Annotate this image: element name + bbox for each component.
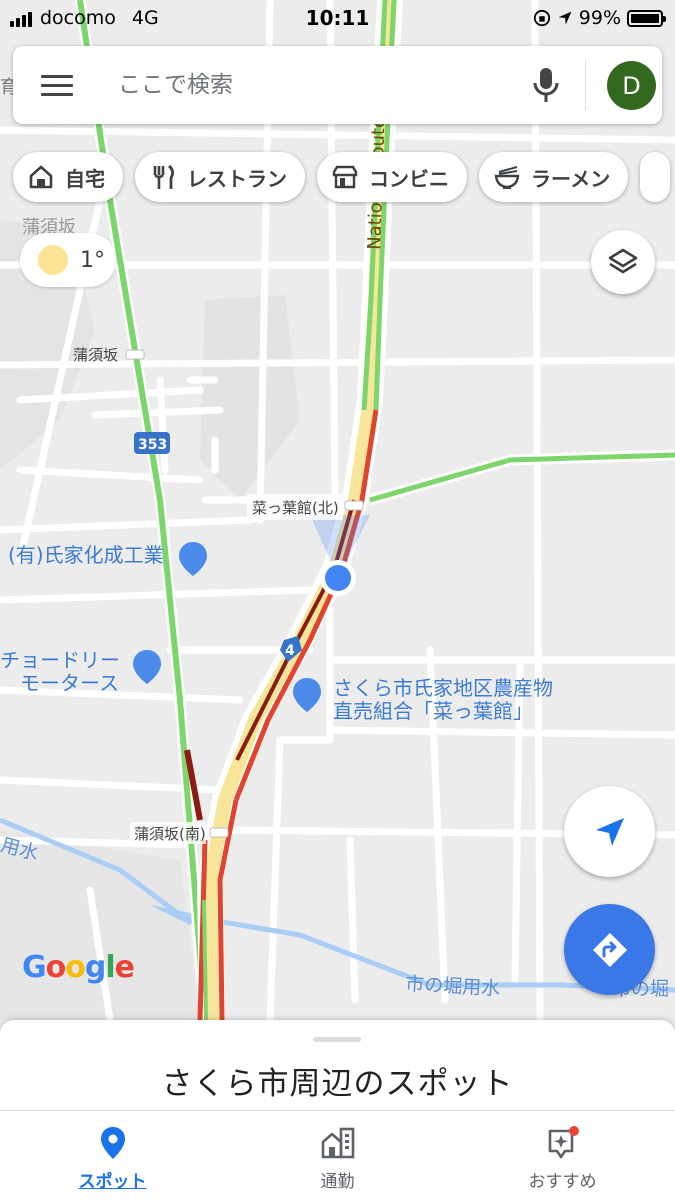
location-arrow-icon — [558, 11, 572, 25]
chip-restaurant-label: レストラン — [187, 166, 287, 191]
avatar-letter: D — [622, 71, 641, 100]
logo-letter-o2: o — [65, 950, 86, 985]
logo-letter-o1: o — [45, 950, 67, 985]
map-label-kamosuzaka: 蒲須坂 — [73, 346, 118, 364]
weather-badge[interactable]: 1° — [20, 233, 116, 287]
bottom-navigation: スポット 通勤 おすすめ — [0, 1110, 675, 1200]
chip-convenience[interactable]: コンビニ — [317, 152, 467, 202]
status-bar: docomo 4G 10:11 99% — [0, 0, 675, 36]
search-divider — [585, 60, 586, 110]
sheet-drag-handle[interactable] — [313, 1037, 361, 1042]
nav-tab-recommend[interactable]: おすすめ — [450, 1111, 675, 1200]
map-label-kamosuzaka-south: 蒲須坂(南) — [134, 825, 206, 843]
map-label-market-1: さくら市氏家地区農産物 — [333, 676, 553, 700]
map-label-ujike-kasei: (有)氏家化成工業 — [8, 543, 164, 567]
directions-icon — [592, 932, 627, 967]
logo-letter-l: l — [105, 950, 115, 985]
route-353-label: 353 — [138, 437, 167, 453]
search-bar[interactable]: D — [13, 46, 662, 124]
category-chips: 自宅 レストラン コンビニ ラーメン — [13, 152, 671, 202]
rotation-lock-icon — [533, 9, 550, 27]
restaurant-icon — [153, 164, 174, 189]
logo-letter-e: e — [114, 950, 135, 985]
chip-restaurant[interactable]: レストラン — [135, 152, 305, 202]
google-logo: Google — [22, 950, 135, 985]
chip-home[interactable]: 自宅 — [13, 152, 123, 202]
my-location-button[interactable] — [564, 786, 655, 877]
recommend-icon — [548, 1126, 579, 1159]
directions-button[interactable] — [564, 904, 655, 995]
search-input[interactable] — [118, 64, 508, 106]
explore-sheet[interactable]: さくら市周辺のスポット — [0, 1020, 675, 1115]
chip-ramen-label: ラーメン — [531, 166, 611, 191]
chip-home-label: 自宅 — [65, 166, 105, 191]
sun-icon — [38, 245, 68, 275]
ramen-icon — [494, 166, 520, 189]
map-label-chodory-1: チョードリー — [0, 648, 120, 672]
account-avatar[interactable]: D — [607, 61, 656, 110]
nav-tab-spot[interactable]: スポット — [0, 1111, 225, 1200]
logo-letter-g2: g — [84, 950, 107, 985]
route-4-label: 4 — [285, 643, 295, 659]
battery-icon — [627, 9, 666, 27]
map-label-market-2: 直売組合「菜っ葉館」 — [333, 699, 533, 723]
temperature: 1° — [80, 247, 105, 273]
layers-button[interactable] — [591, 230, 655, 294]
convenience-store-icon — [332, 165, 358, 189]
sheet-title: さくら市周辺のスポット — [161, 1066, 514, 1102]
layers-icon — [608, 248, 638, 274]
hamburger-menu-icon[interactable] — [41, 75, 75, 97]
nav-label-recommend: おすすめ — [528, 1172, 597, 1192]
map-label-chodory-2: モータース — [20, 671, 119, 695]
commute-icon — [321, 1127, 354, 1159]
map-label-nanohakan-north: 菜っ葉館(北) — [252, 499, 339, 517]
nav-label-commute: 通勤 — [320, 1172, 355, 1192]
chip-ramen[interactable]: ラーメン — [479, 152, 629, 202]
microphone-icon[interactable] — [531, 66, 561, 104]
battery-percent: 99% — [578, 7, 621, 29]
logo-letter-g: G — [22, 950, 47, 985]
nav-tab-commute[interactable]: 通勤 — [225, 1111, 450, 1200]
home-icon — [29, 165, 53, 189]
chip-convenience-label: コンビニ — [369, 166, 449, 191]
navigation-arrow-icon — [595, 817, 624, 846]
spot-pin-icon — [100, 1127, 125, 1159]
nav-label-spot: スポット — [78, 1172, 147, 1192]
chip-more[interactable] — [640, 152, 671, 202]
